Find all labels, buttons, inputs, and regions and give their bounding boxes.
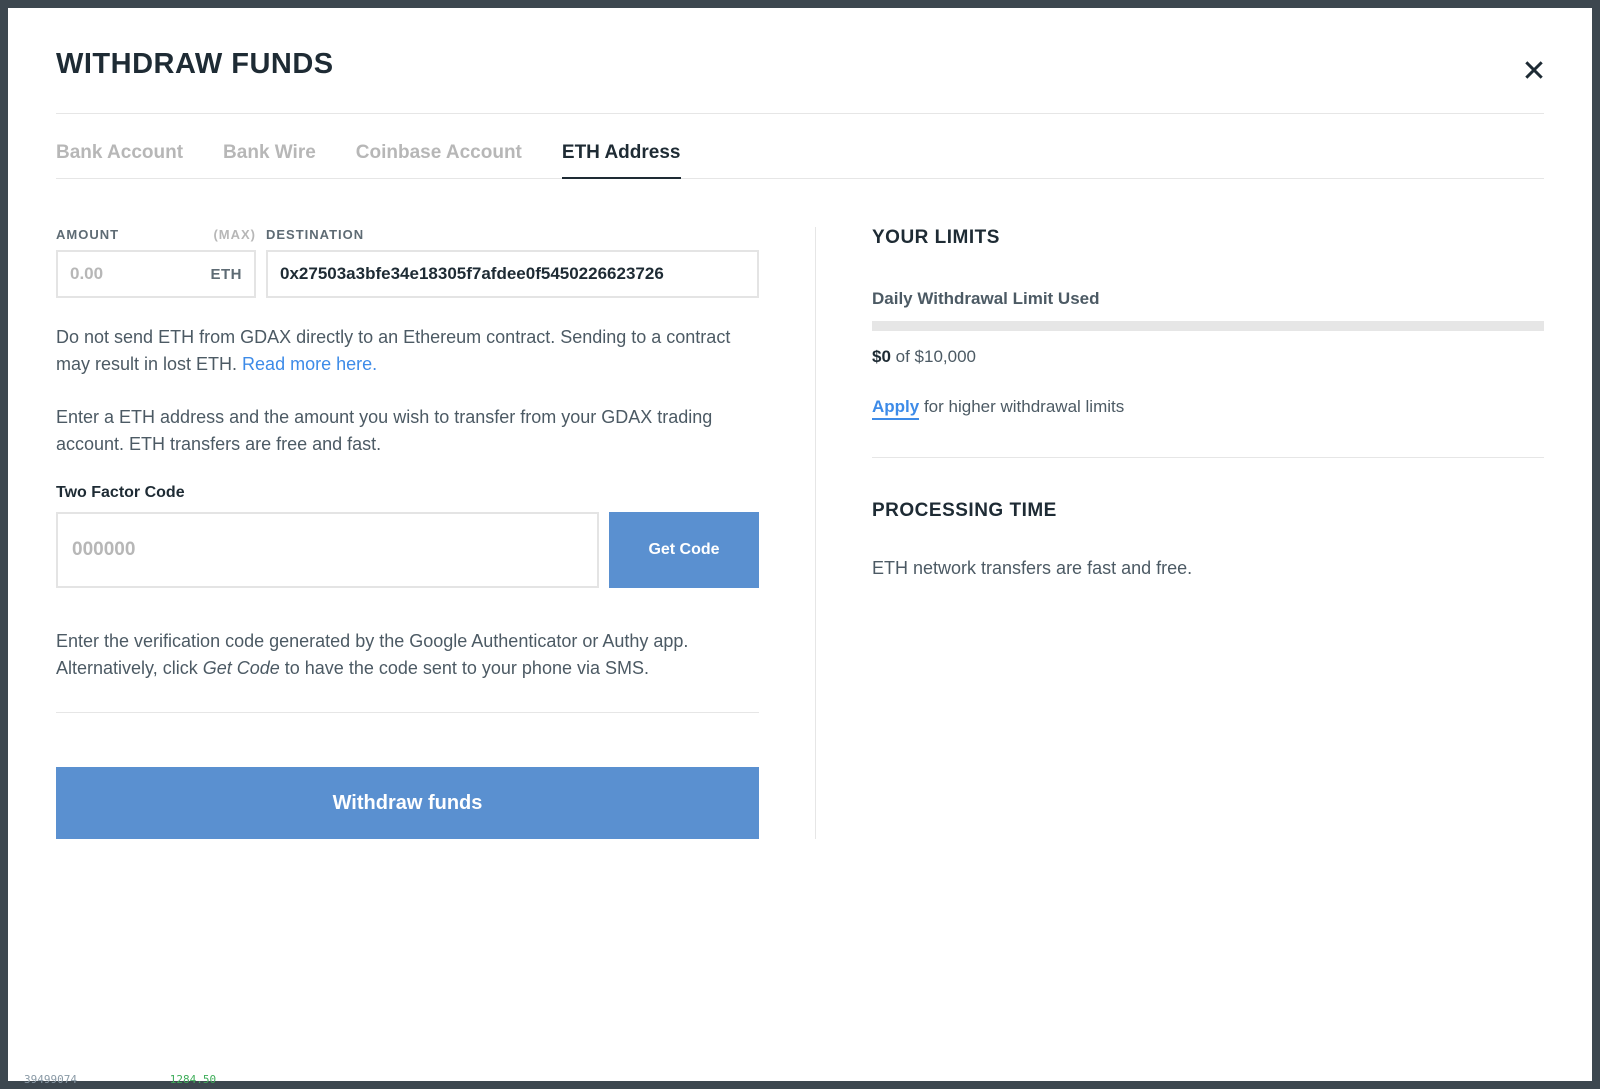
limit-total: of $10,000 <box>891 347 976 366</box>
tfa-help: Enter the verification code generated by… <box>56 628 759 682</box>
divider <box>56 712 759 713</box>
amount-label: AMOUNT <box>56 227 119 242</box>
processing-time-title: PROCESSING TIME <box>872 500 1544 522</box>
get-code-button[interactable]: Get Code <box>609 512 759 588</box>
contract-warning-text: Do not send ETH from GDAX directly to an… <box>56 327 730 374</box>
background-ticker: 39499074 1284.50 <box>24 1073 216 1086</box>
limit-used: $0 <box>872 347 891 366</box>
tab-bank-wire[interactable]: Bank Wire <box>223 142 316 178</box>
divider <box>56 113 1544 114</box>
processing-time-text: ETH network transfers are fast and free. <box>872 558 1544 579</box>
apply-link[interactable]: Apply <box>872 397 919 420</box>
apply-rest: for higher withdrawal limits <box>919 397 1124 416</box>
tfa-code-input[interactable] <box>72 514 583 586</box>
read-more-link[interactable]: Read more here. <box>242 354 377 374</box>
tfa-help-em: Get Code <box>203 658 280 678</box>
transfer-instructions: Enter a ETH address and the amount you w… <box>56 404 759 458</box>
divider <box>872 457 1544 458</box>
close-button[interactable] <box>1524 60 1544 85</box>
amount-input[interactable] <box>70 264 203 284</box>
tab-coinbase-account[interactable]: Coinbase Account <box>356 142 522 178</box>
modal-title: WITHDRAW FUNDS <box>56 48 1544 81</box>
amount-unit: ETH <box>203 266 243 283</box>
withdraw-funds-button[interactable]: Withdraw funds <box>56 767 759 839</box>
tabs: Bank Account Bank Wire Coinbase Account … <box>56 142 1544 179</box>
your-limits-title: YOUR LIMITS <box>872 227 1544 249</box>
tab-eth-address[interactable]: ETH Address <box>562 142 681 178</box>
amount-max-link[interactable]: (MAX) <box>213 227 256 242</box>
daily-limit-progress <box>872 321 1544 331</box>
daily-limit-label: Daily Withdrawal Limit Used <box>872 289 1544 309</box>
tab-bank-account[interactable]: Bank Account <box>56 142 183 178</box>
contract-warning: Do not send ETH from GDAX directly to an… <box>56 324 759 378</box>
close-icon <box>1524 67 1544 84</box>
withdraw-modal: WITHDRAW FUNDS Bank Account Bank Wire Co… <box>8 8 1592 1081</box>
tfa-help-post: to have the code sent to your phone via … <box>280 658 649 678</box>
destination-input[interactable] <box>280 264 745 284</box>
form-panel: AMOUNT (MAX) ETH DESTINATION <box>56 227 816 839</box>
destination-label: DESTINATION <box>266 227 364 242</box>
info-panel: YOUR LIMITS Daily Withdrawal Limit Used … <box>816 227 1544 839</box>
tfa-label: Two Factor Code <box>56 484 759 502</box>
apply-higher-limits: Apply for higher withdrawal limits <box>872 397 1544 417</box>
daily-limit-values: $0 of $10,000 <box>872 347 1544 367</box>
